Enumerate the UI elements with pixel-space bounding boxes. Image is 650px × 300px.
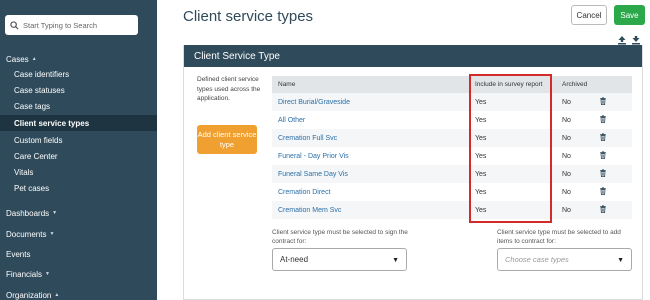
- nav-financials-label: Financials: [6, 269, 43, 279]
- table-row[interactable]: Direct Burial/Graveside Yes No: [272, 93, 632, 111]
- nav-events[interactable]: Events: [0, 247, 157, 261]
- archived-value: No: [562, 188, 571, 196]
- search-box[interactable]: [5, 15, 138, 35]
- trash-icon[interactable]: [599, 187, 607, 195]
- chevron-down-icon: ▼: [392, 257, 399, 264]
- table-row[interactable]: All Other Yes No: [272, 111, 632, 129]
- service-type-name-link[interactable]: All Other: [272, 117, 470, 124]
- archived-value: No: [562, 206, 571, 214]
- archived-value: No: [562, 152, 571, 160]
- sidebar-item-label: Case statuses: [14, 85, 65, 95]
- sidebar-item-pet-cases[interactable]: Pet cases: [0, 180, 157, 196]
- trash-icon[interactable]: [599, 97, 607, 105]
- save-button[interactable]: Save: [614, 5, 645, 25]
- column-header-name[interactable]: Name: [272, 81, 470, 88]
- case-types-select[interactable]: Choose case types ▼: [497, 248, 632, 271]
- service-type-name-link[interactable]: Cremation Direct: [272, 189, 470, 196]
- nav-cases-label: Cases: [6, 54, 29, 64]
- sidebar: Cases▲ Case identifiers Case statuses Ca…: [0, 0, 157, 300]
- nav-cases[interactable]: Cases ▲: [0, 52, 157, 66]
- chevron-up-icon: ▲: [54, 292, 60, 298]
- search-icon: [10, 20, 19, 30]
- client-service-type-panel: Client Service Type Defined client servi…: [183, 45, 643, 300]
- archived-value: No: [562, 98, 571, 106]
- service-type-name-link[interactable]: Direct Burial/Graveside: [272, 99, 470, 106]
- chevron-up-icon: ▲: [31, 56, 37, 62]
- sidebar-item-label: Vitals: [14, 167, 34, 177]
- trash-icon[interactable]: [599, 169, 607, 177]
- nav-events-label: Events: [6, 249, 31, 259]
- trash-icon[interactable]: [599, 151, 607, 159]
- sidebar-item-custom-fields[interactable]: Custom fields: [0, 132, 157, 148]
- nav-financials[interactable]: Financials ▼: [0, 267, 157, 281]
- sidebar-item-label: Care Center: [14, 151, 58, 161]
- add-items-label: Client service type must be selected to …: [497, 229, 621, 245]
- chevron-down-icon: ▼: [45, 271, 50, 277]
- service-type-name-link[interactable]: Cremation Full Svc: [272, 135, 470, 142]
- search-input[interactable]: [23, 20, 133, 30]
- case-types-placeholder: Choose case types: [505, 255, 569, 264]
- archived-value: No: [562, 116, 571, 124]
- sidebar-item-label: Custom fields: [14, 135, 63, 145]
- nav-documents-label: Documents: [6, 229, 47, 239]
- table-header: Name Include in survey report Archived: [272, 76, 632, 93]
- table-body: Direct Burial/Graveside Yes No All Other Yes…: [272, 93, 632, 219]
- upload-icon[interactable]: [617, 35, 627, 45]
- sidebar-item-vitals[interactable]: Vitals: [0, 164, 157, 180]
- archived-value: No: [562, 170, 571, 178]
- panel-title: Client Service Type: [184, 45, 642, 67]
- panel-description: Defined client service types used across…: [197, 76, 261, 102]
- sidebar-item-case-tags[interactable]: Case tags: [0, 98, 157, 114]
- chevron-down-icon: ▼: [617, 257, 624, 264]
- sidebar-item-label: Client service types: [14, 118, 90, 128]
- cancel-button[interactable]: Cancel: [571, 5, 607, 25]
- chevron-down-icon: ▼: [49, 231, 55, 237]
- service-types-table: Name Include in survey report Archived D…: [272, 76, 632, 219]
- sidebar-item-care-center[interactable]: Care Center: [0, 148, 157, 164]
- table-row[interactable]: Funeral Same Day Vis Yes No: [272, 165, 632, 183]
- table-row[interactable]: Funeral - Day Prior Vis Yes No: [272, 147, 632, 165]
- trash-icon[interactable]: [599, 115, 607, 123]
- sign-contract-value: At-need: [280, 255, 309, 264]
- nav-dashboards-label: Dashboards: [6, 208, 50, 218]
- table-row[interactable]: Cremation Mem Svc Yes No: [272, 201, 632, 219]
- service-type-name-link[interactable]: Funeral - Day Prior Vis: [272, 153, 470, 160]
- sign-contract-select[interactable]: At-need ▼: [272, 248, 407, 271]
- trash-icon[interactable]: [599, 133, 607, 141]
- survey-column-highlight: [469, 74, 552, 223]
- sidebar-item-label: Case tags: [14, 101, 51, 111]
- archived-value: No: [562, 134, 571, 142]
- table-row[interactable]: Cremation Direct Yes No: [272, 183, 632, 201]
- add-client-service-type-button[interactable]: Add client service type: [197, 125, 257, 154]
- sidebar-item-case-statuses[interactable]: Case statuses: [0, 82, 157, 98]
- table-row[interactable]: Cremation Full Svc Yes No: [272, 129, 632, 147]
- column-header-archived[interactable]: Archived: [557, 81, 599, 88]
- sign-contract-label: Client service type must be selected to …: [272, 229, 408, 245]
- nav-organization[interactable]: Organization ▲: [0, 288, 157, 300]
- sidebar-item-label: Case identifiers: [14, 69, 70, 79]
- download-icon[interactable]: [631, 35, 641, 45]
- page-title: Client service types: [183, 8, 314, 25]
- nav-dashboards[interactable]: Dashboards ▼: [0, 206, 157, 220]
- service-type-name-link[interactable]: Cremation Mem Svc: [272, 207, 470, 214]
- nav-documents[interactable]: Documents ▼: [0, 227, 157, 241]
- chevron-down-icon: ▼: [52, 210, 58, 216]
- sidebar-item-client-service-types[interactable]: Client service types: [0, 115, 157, 131]
- sidebar-item-label: Pet cases: [14, 183, 50, 193]
- sidebar-item-case-identifiers[interactable]: Case identifiers: [0, 66, 157, 82]
- nav-organization-label: Organization: [6, 290, 52, 300]
- service-type-name-link[interactable]: Funeral Same Day Vis: [272, 171, 470, 178]
- trash-icon[interactable]: [599, 205, 607, 213]
